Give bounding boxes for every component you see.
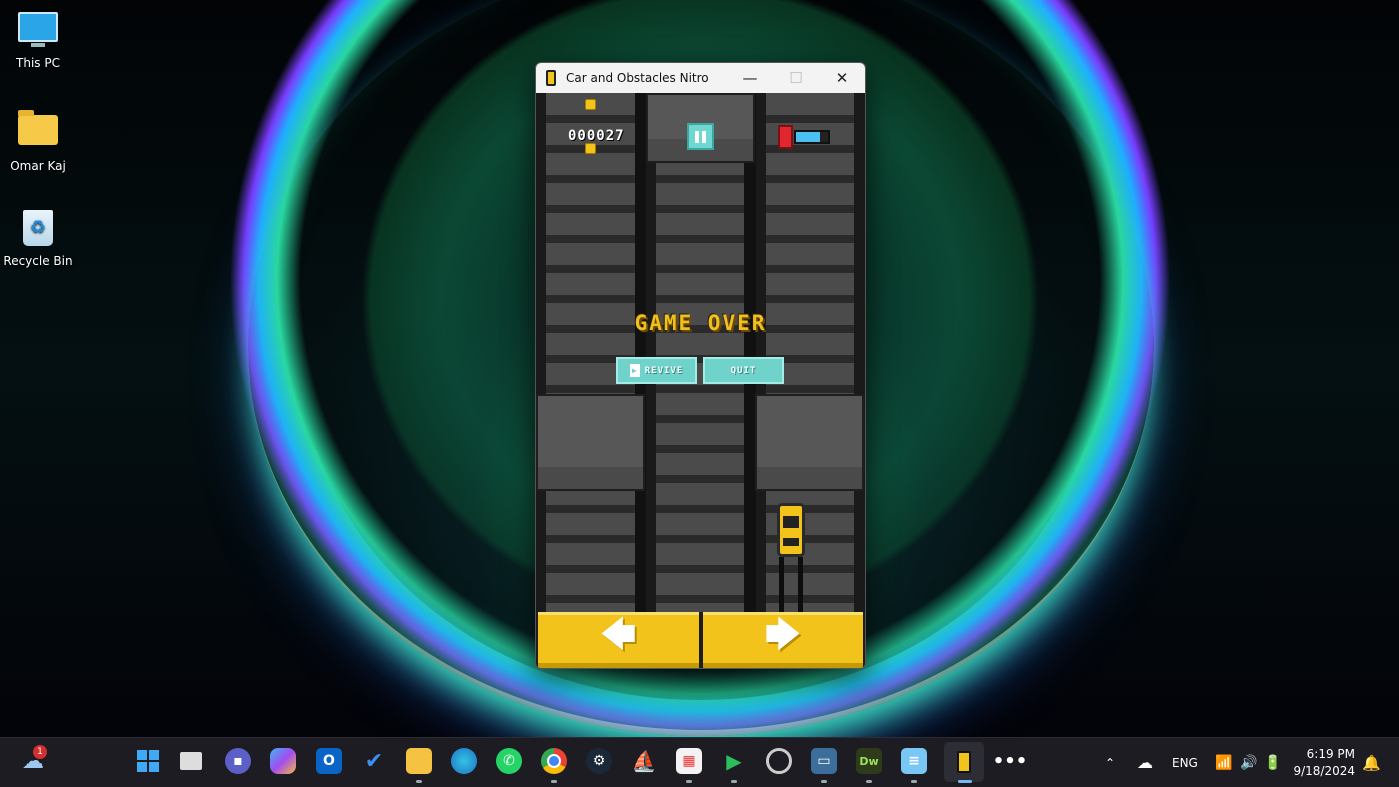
todo-icon[interactable]: ✔ [361, 748, 387, 774]
lane-divider [635, 93, 646, 612]
lane-divider [744, 93, 756, 612]
running-indicator [551, 780, 557, 783]
obstacle-block [755, 394, 864, 491]
quit-button[interactable]: QUIT [703, 357, 784, 384]
pause-icon [695, 130, 699, 143]
clock[interactable]: 6:19 PM 9/18/2024 [1293, 746, 1355, 780]
app-window: Car and Obstacles Nitro — ☐ ✕ 000027 GAM… [535, 62, 866, 669]
computer-icon [18, 12, 58, 52]
clock-time: 6:19 PM [1306, 747, 1355, 761]
skid-mark [779, 557, 784, 612]
steer-left-button[interactable]: 🡄 [538, 612, 699, 668]
skid-mark [798, 557, 803, 612]
video-ad-icon: ▶ [629, 364, 640, 377]
desktop-icon-omar-kaj[interactable]: Omar Kaj [0, 109, 76, 173]
game-over-text: GAME OVER [634, 311, 767, 335]
game-canvas[interactable]: 000027 GAME OVER ▶ REVIVE QUIT [536, 93, 865, 612]
running-indicator [911, 780, 917, 783]
steering-controls: 🡄 🡆 [536, 612, 865, 668]
fuel-bar [794, 130, 830, 144]
whatsapp-icon[interactable]: ✆ [496, 748, 522, 774]
microsoft-store-icon[interactable]: ▦ [676, 748, 702, 774]
dreamweaver-icon[interactable]: Dw [856, 748, 882, 774]
title-bar[interactable]: Car and Obstacles Nitro — ☐ ✕ [536, 63, 865, 93]
notification-badge: 1 [33, 745, 47, 759]
desktop-icon-this-pc[interactable]: This PC [0, 10, 76, 70]
minimize-button[interactable]: — [727, 63, 773, 93]
steer-right-button[interactable]: 🡆 [702, 612, 863, 668]
volume-icon[interactable]: 🔊 [1240, 738, 1257, 787]
revive-button[interactable]: ▶ REVIVE [616, 357, 697, 384]
azure-data-studio-icon[interactable]: ⛵ [631, 748, 657, 774]
battery-icon[interactable]: 🔋 [1264, 738, 1281, 787]
notepad-icon[interactable]: ≡ [901, 748, 927, 774]
car-obstacles-icon[interactable] [944, 742, 984, 782]
wifi-icon[interactable]: 📶 [1215, 738, 1232, 787]
close-button[interactable]: ✕ [819, 63, 865, 93]
score-counter: 000027 [568, 128, 625, 144]
player-car [777, 503, 805, 557]
edge-icon[interactable] [451, 748, 477, 774]
file-explorer-icon[interactable] [406, 748, 432, 774]
arrow-right-icon: 🡆 [765, 614, 801, 655]
window-title: Car and Obstacles Nitro [566, 71, 709, 85]
media-player-icon[interactable]: ▶ [721, 748, 747, 774]
obstacle-block [536, 394, 645, 491]
start-icon[interactable] [135, 748, 161, 774]
maximize-button: ☐ [789, 69, 803, 87]
clock-date: 9/18/2024 [1293, 764, 1355, 778]
taskbar: ☁ 1 ▪ O ✔ ✆ ⚙ ⛵ ▦ ▶ ▭ Dw ≡ ••• ⌃ ☁ ENG 📶… [0, 737, 1399, 787]
task-view-icon[interactable] [180, 752, 202, 770]
recycle-bin-icon: ♻ [18, 210, 58, 250]
show-hidden-icons-button[interactable]: ⌃ [1105, 738, 1115, 787]
road-lane-left [546, 93, 635, 612]
copilot-icon[interactable] [270, 748, 296, 774]
road-lane-center [656, 93, 744, 612]
running-indicator [821, 780, 827, 783]
notification-bell-icon[interactable]: 🔔 [1362, 738, 1381, 787]
active-indicator [958, 780, 972, 783]
running-indicator [866, 780, 872, 783]
chevron-up-icon: ⌃ [1105, 755, 1116, 770]
chrome-icon[interactable] [541, 748, 567, 774]
teams-icon[interactable]: ▪ [225, 748, 251, 774]
language-indicator[interactable]: ENG [1172, 738, 1198, 787]
revive-label: REVIVE [644, 365, 684, 376]
arrow-left-icon: 🡄 [600, 614, 636, 655]
coin-icon [585, 143, 596, 154]
pause-button[interactable] [687, 123, 714, 150]
desktop-icon-recycle-bin[interactable]: ♻ Recycle Bin [0, 210, 76, 268]
quit-label: QUIT [730, 365, 757, 376]
folder-icon [18, 110, 58, 155]
desktop-icon-label: Recycle Bin [3, 254, 73, 268]
desktop-icon-label: This PC [16, 56, 60, 70]
pause-icon-bar [702, 130, 706, 143]
running-indicator [416, 780, 422, 783]
outlook-icon[interactable]: O [316, 748, 342, 774]
desktop-icon-label: Omar Kaj [10, 159, 66, 173]
obs-icon[interactable] [766, 748, 792, 774]
coin-icon [585, 99, 596, 110]
more-icon[interactable]: ••• [993, 748, 1028, 774]
running-indicator [731, 780, 737, 783]
app-car-icon [546, 70, 556, 86]
running-indicator [686, 780, 692, 783]
fuel-bar-fill [796, 132, 820, 142]
fuel-can-icon [778, 125, 793, 149]
fuel-gauge [778, 125, 832, 149]
steam-icon[interactable]: ⚙ [586, 748, 612, 774]
windows-terminal-icon[interactable]: ▭ [811, 748, 837, 774]
onedrive-icon[interactable]: ☁ [1137, 738, 1153, 787]
